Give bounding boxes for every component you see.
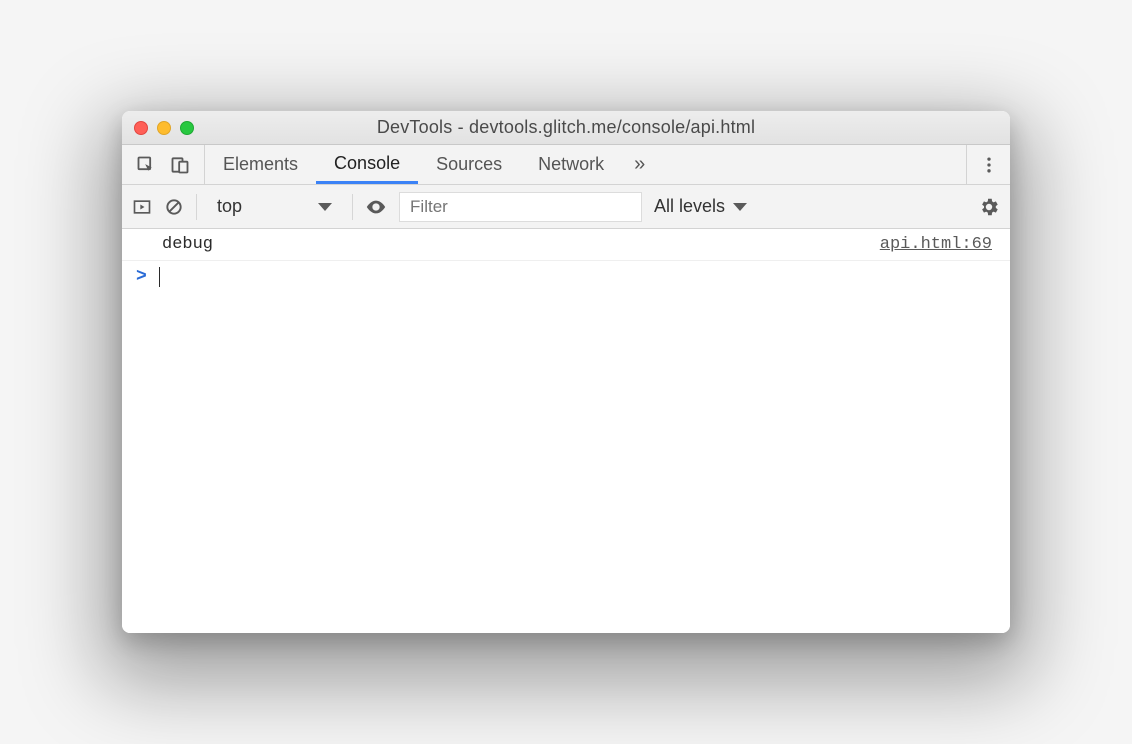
close-window-button[interactable]	[134, 121, 148, 135]
window-title: DevTools - devtools.glitch.me/console/ap…	[377, 117, 755, 138]
console-filter-bar: top All levels	[122, 185, 1010, 229]
devtools-toolbar: Elements Console Sources Network »	[122, 145, 1010, 185]
log-levels-select[interactable]: All levels	[654, 196, 747, 217]
console-log-entry: debug api.html:69	[122, 229, 1010, 261]
minimize-window-button[interactable]	[157, 121, 171, 135]
input-cursor	[159, 267, 161, 287]
live-expression-icon[interactable]	[365, 196, 387, 218]
inspect-element-icon[interactable]	[136, 155, 156, 175]
prompt-chevron-icon: >	[136, 267, 147, 287]
toggle-sidebar-icon[interactable]	[132, 197, 152, 217]
inspect-tools	[122, 145, 205, 184]
filter-input[interactable]	[399, 192, 642, 222]
maximize-window-button[interactable]	[180, 121, 194, 135]
more-tabs-button[interactable]: »	[622, 145, 657, 184]
chevron-down-icon	[733, 203, 747, 211]
device-mode-icon[interactable]	[170, 155, 190, 175]
console-output: debug api.html:69 >	[122, 229, 1010, 633]
tab-console[interactable]: Console	[316, 145, 418, 184]
window-controls	[134, 121, 194, 135]
chevron-down-icon	[318, 203, 332, 211]
tab-network[interactable]: Network	[520, 145, 622, 184]
execution-context-select[interactable]: top	[209, 196, 340, 217]
divider	[352, 194, 353, 220]
context-value: top	[217, 196, 242, 217]
console-settings-icon[interactable]	[978, 196, 1000, 218]
titlebar: DevTools - devtools.glitch.me/console/ap…	[122, 111, 1010, 145]
kebab-menu-button[interactable]	[966, 145, 1010, 184]
tab-elements[interactable]: Elements	[205, 145, 316, 184]
clear-console-icon[interactable]	[164, 197, 184, 217]
tab-sources[interactable]: Sources	[418, 145, 520, 184]
log-source-link[interactable]: api.html:69	[880, 235, 992, 254]
console-prompt[interactable]: >	[122, 261, 1010, 293]
panel-tabs: Elements Console Sources Network »	[205, 145, 966, 184]
log-message: debug	[162, 235, 213, 254]
levels-label: All levels	[654, 196, 725, 217]
chevron-double-right-icon: »	[634, 153, 645, 176]
devtools-window: DevTools - devtools.glitch.me/console/ap…	[122, 111, 1010, 633]
divider	[196, 194, 197, 220]
